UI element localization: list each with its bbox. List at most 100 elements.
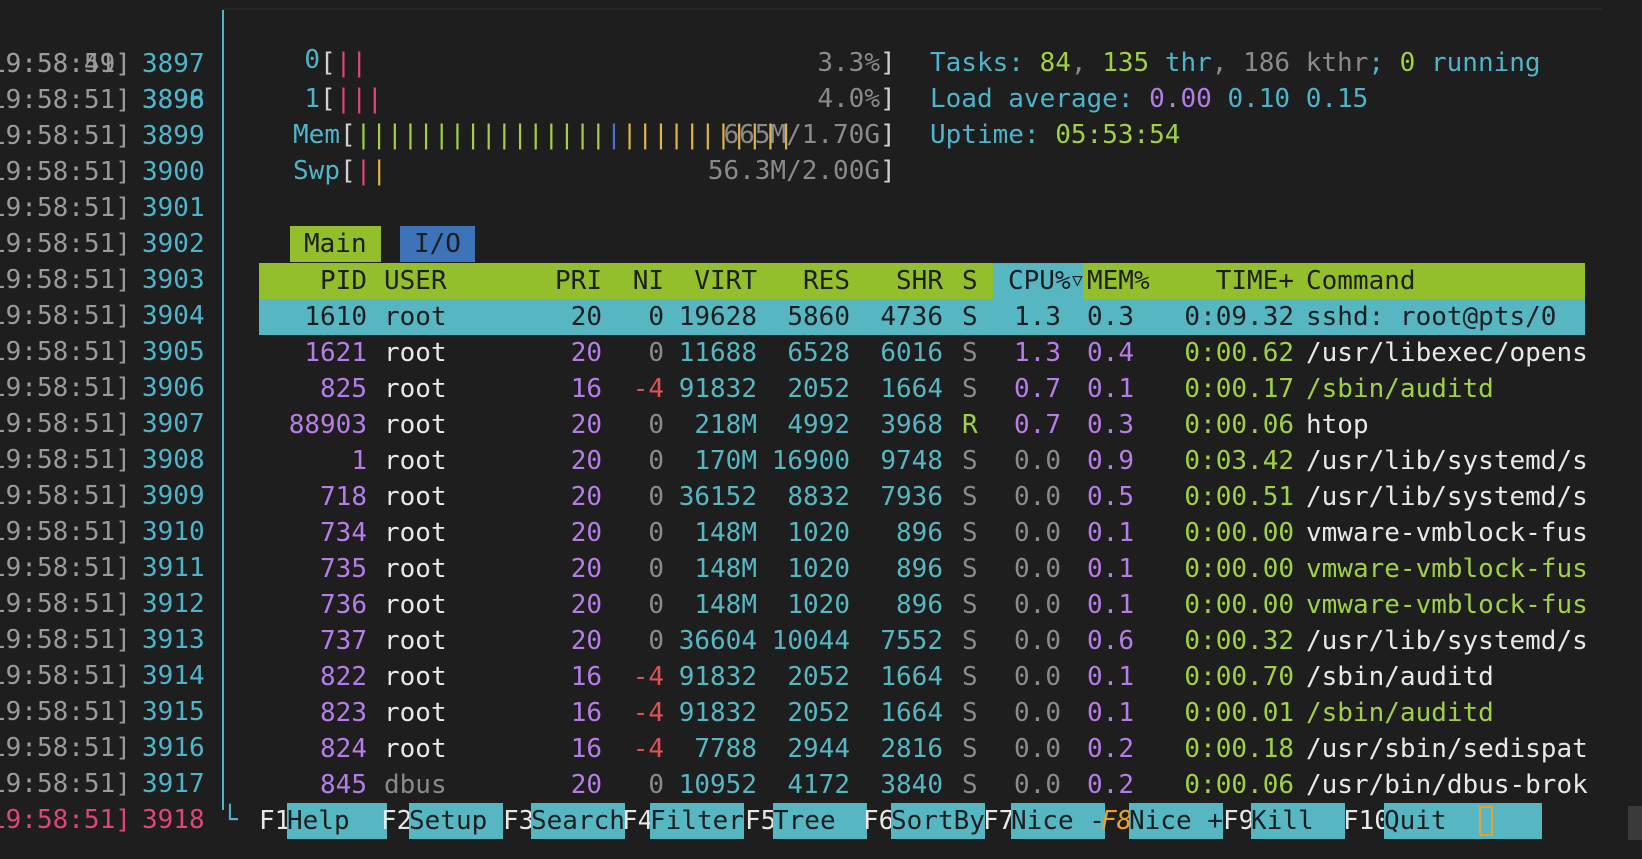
gutter-line-number: 3917 xyxy=(142,769,205,799)
gutter-timestamp: 19:58:51] xyxy=(0,733,131,763)
cell-mem: 0.3 xyxy=(1087,302,1134,332)
column-header-pid[interactable]: PID xyxy=(259,263,367,299)
cell-pid: 823 xyxy=(320,698,367,728)
load-15: 0.15 xyxy=(1305,84,1369,114)
column-header-command[interactable]: Command xyxy=(1306,263,1416,299)
uptime-info: Uptime: 05:53:54 xyxy=(930,117,1180,153)
cell-user: root xyxy=(384,446,447,476)
cell-pid: 1 xyxy=(351,446,367,476)
table-row[interactable]: 737 root 20 0 36604 10044 7552 S 0.0 0.6 0:00.32/u… xyxy=(259,623,1588,659)
scrollbar[interactable] xyxy=(1628,806,1642,840)
table-row[interactable]: 824 root 16 -4 7788 2944 2816 S 0.0 0.2 0:00.18/us… xyxy=(259,731,1588,767)
cell-ni: 0 xyxy=(648,446,664,476)
cell-pri: 20 xyxy=(570,338,602,368)
gutter-timestamp: 19:58:51] xyxy=(0,661,131,691)
running-label: running xyxy=(1415,48,1541,78)
cell-mem: 0.5 xyxy=(1087,482,1134,512)
footer-button-nice[interactable]: Nice - xyxy=(1011,803,1105,839)
cell-s: S xyxy=(962,770,978,800)
cell-res: 1020 xyxy=(787,518,850,548)
table-row[interactable]: 1 root 20 0 170M 16900 9748 S 0.0 0.9 0:03.42/usr/… xyxy=(259,443,1587,479)
tab-io[interactable]: I/O xyxy=(400,226,475,262)
cell-s: S xyxy=(962,734,978,764)
cpu0-bar: [|| xyxy=(320,48,367,78)
column-header-ni[interactable]: NI xyxy=(602,263,664,299)
cell-pri: 16 xyxy=(570,734,602,764)
table-row[interactable]: 823 root 16 -4 91832 2052 1664 S 0.0 0.1 0:00.01/s… xyxy=(259,695,1585,731)
gutter-line-number: 3911 xyxy=(142,553,205,583)
footer-button-kill[interactable]: Kill xyxy=(1251,803,1345,839)
cell-ni: 0 xyxy=(648,554,664,584)
cpu1-bar: [||| xyxy=(320,84,383,114)
footer-button-help[interactable]: Help xyxy=(287,803,387,839)
cell-mem: 0.1 xyxy=(1087,374,1134,404)
column-header-virt[interactable]: VIRT xyxy=(664,263,757,299)
cell-ni: 0 xyxy=(648,338,664,368)
sort-descending-icon: ▽ xyxy=(1072,270,1083,291)
cell-pid: 735 xyxy=(320,554,367,584)
cell-time: 0:00.00 xyxy=(1184,590,1294,620)
table-row[interactable]: 825 root 16 -4 91832 2052 1664 S 0.7 0.1 0:00.17/s… xyxy=(259,371,1585,407)
cell-shr: 896 xyxy=(896,518,943,548)
swp-close-bracket: ] xyxy=(880,156,896,186)
column-header-state[interactable]: S xyxy=(962,263,978,299)
table-row[interactable]: 845 dbus 20 0 10952 4172 3840 S 0.0 0.2 0:00.06/us… xyxy=(259,767,1588,803)
gutter-line-number: 3905 xyxy=(142,337,205,367)
mem-label: Mem xyxy=(293,120,340,150)
column-header-shr[interactable]: SHR xyxy=(850,263,943,299)
table-row[interactable]: 734 root 20 0 148M 1020 896 S 0.0 0.1 0:00.00 vmwar… xyxy=(259,515,1588,551)
cell-s: S xyxy=(962,446,978,476)
footer-button-search[interactable]: Search xyxy=(531,803,625,839)
column-header-res[interactable]: RES xyxy=(757,263,850,299)
cell-mem: 0.1 xyxy=(1087,518,1134,548)
cell-s: S xyxy=(962,518,978,548)
tab-main[interactable]: Main xyxy=(290,226,381,262)
table-row[interactable]: 1621 root 20 0 11688 6528 6016 S 1.3 0.4 0:00.62/u… xyxy=(259,335,1587,371)
footer-button-nice[interactable]: Nice + xyxy=(1129,803,1223,839)
cell-mem: 0.2 xyxy=(1087,770,1134,800)
footer-button-sortby[interactable]: SortBy xyxy=(891,803,985,839)
gutter-line-number: 3908 xyxy=(142,445,205,475)
cell-res: 16900 xyxy=(771,446,850,476)
gutter-line-number: 3918 xyxy=(142,805,205,835)
cell-time: 0:00.32 xyxy=(1184,626,1294,656)
swp-value: 56.3M/2.00G xyxy=(707,156,880,186)
cell-ni: 0 xyxy=(648,482,664,512)
cell-ni: 0 xyxy=(648,590,664,620)
cell-ni: -4 xyxy=(632,734,664,764)
cell-ni: 0 xyxy=(648,626,664,656)
cell-res: 2052 xyxy=(787,662,850,692)
fkey-f1: F1 xyxy=(259,806,291,836)
footer-button-setup[interactable]: Setup xyxy=(409,803,503,839)
cell-s: S xyxy=(962,662,978,692)
cell-cpu: 0.0 xyxy=(1014,554,1061,584)
table-row[interactable]: 718 root 20 0 36152 8832 7936 S 0.0 0.5 0:00.51/us… xyxy=(259,479,1588,515)
column-header-time[interactable]: TIME+ xyxy=(1139,263,1294,299)
cell-res: 4992 xyxy=(787,410,850,440)
cell-cpu: 1.3 xyxy=(1014,338,1061,368)
cell-time: 0:09.32 xyxy=(1184,302,1294,332)
cpu0-value: 3.3% xyxy=(817,48,880,78)
table-row[interactable]: 735 root 20 0 148M 1020 896 S 0.0 0.1 0:00.00 vmwar… xyxy=(259,551,1588,587)
footer-button-tree[interactable]: Tree xyxy=(773,803,867,839)
gutter-timestamp: 19:58:51] xyxy=(0,337,131,367)
cell-virt: 148M xyxy=(694,590,757,620)
gutter-timestamp: 19:58:51] xyxy=(0,589,131,619)
footer-button-filter[interactable]: Filter xyxy=(650,803,744,839)
table-row[interactable]: 736 root 20 0 148M 1020 896 S 0.0 0.1 0:00.00 vmwar… xyxy=(259,587,1588,623)
table-row[interactable]: 822 root 16 -4 91832 2052 1664 S 0.0 0.1 0:00.70/s… xyxy=(259,659,1585,695)
footer-button-quit[interactable]: Quit xyxy=(1384,803,1542,839)
cell-shr: 896 xyxy=(896,554,943,584)
column-header-pri[interactable]: PRI xyxy=(509,263,602,299)
cell-res: 8832 xyxy=(787,482,850,512)
column-header-cpu[interactable]: CPU% xyxy=(1008,263,1071,299)
column-header-user[interactable]: USER xyxy=(384,263,447,299)
table-row[interactable]: 88903 root 20 0 218M 4992 3968 R 0.7 0.3 0:00.06 ht… xyxy=(259,407,1585,443)
cpu1-value: 4.0% xyxy=(817,84,880,114)
cell-s: R xyxy=(962,410,978,440)
cell-s: S xyxy=(962,698,978,728)
gutter-timestamp: 19:58:51] xyxy=(0,49,131,79)
table-row-selected[interactable]: 1610 root 20 0 19628 5860 4736 S 1.3 0.3 0:09.32 ss… xyxy=(259,299,1585,335)
cell-ni: 0 xyxy=(648,518,664,548)
cell-s: S xyxy=(962,554,978,584)
